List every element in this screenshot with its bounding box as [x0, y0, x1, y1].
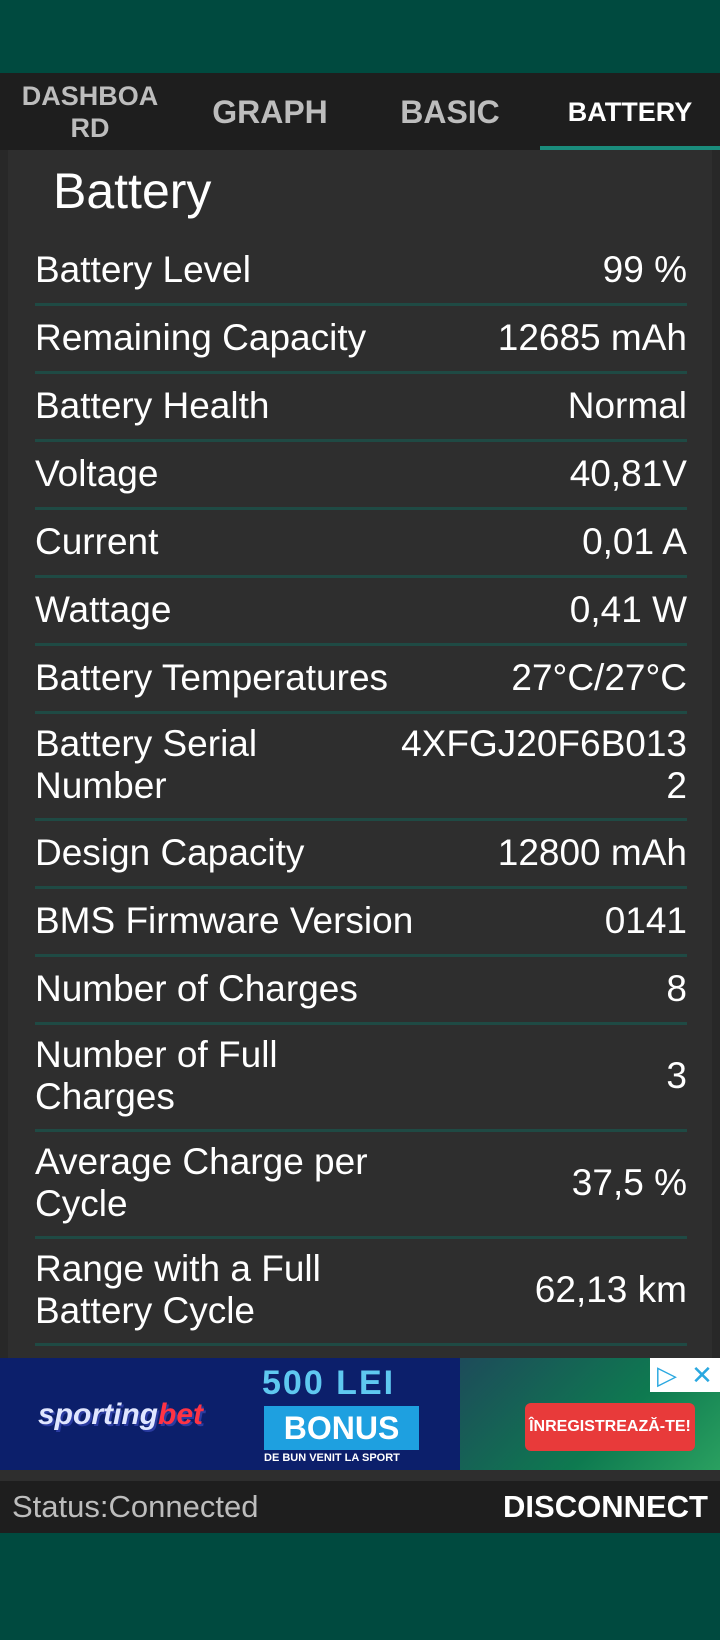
status-bar: Status:Connected DISCONNECT — [0, 1481, 720, 1533]
info-label: Number of Full Charges — [35, 1034, 278, 1117]
battery-panel: Battery Battery Level 99 % Remaining Capac… — [0, 150, 720, 1358]
info-row: Design Capacity 12800 mAh — [35, 821, 687, 889]
ad-subtitle: DE BUN VENIT LA SPORT — [264, 1452, 400, 1464]
ad-banner[interactable]: sportingbet 500 LEI BONUS DE BUN VENIT L… — [0, 1358, 720, 1470]
ad-logo: sportingbet — [38, 1398, 203, 1431]
info-row: Wattage 0,41 W — [35, 578, 687, 646]
info-row: BMS Firmware Version 0141 — [35, 889, 687, 957]
info-value: 0,01 A — [582, 520, 687, 562]
info-value: 62,13 km — [534, 1269, 687, 1310]
info-label: Battery Health — [35, 384, 270, 426]
info-row: Voltage 40,81V — [35, 442, 687, 510]
info-row: Number of Charges 8 — [35, 957, 687, 1025]
info-label: Voltage — [35, 452, 159, 494]
info-value: 99 % — [602, 248, 687, 290]
connection-status: Status:Connected — [12, 1489, 259, 1524]
info-row: Battery Temperatures 27°C/27°C — [35, 646, 687, 714]
tab-dashboard[interactable]: DASHBOARD — [0, 73, 180, 150]
info-label: Number of Charges — [35, 967, 358, 1009]
tab-bar: DASHBOARD GRAPH BASIC BATTERY — [0, 73, 720, 150]
info-row: Current 0,01 A — [35, 510, 687, 578]
ad-cta-button[interactable]: ÎNREGISTREAZĂ-TE! — [525, 1403, 695, 1451]
page-title: Battery — [53, 163, 212, 219]
info-label: Wattage — [35, 588, 172, 630]
info-label: Remaining Capacity — [35, 316, 367, 358]
info-row: Battery Serial Number 4XFGJ20F6B0132 — [35, 714, 687, 821]
battery-info-list: Battery Level 99 % Remaining Capacity 12685… — [35, 238, 687, 1346]
info-value: 3 — [666, 1055, 687, 1096]
tab-battery[interactable]: BATTERY — [540, 73, 720, 150]
info-row: Number of Full Charges 3 — [35, 1025, 687, 1132]
info-label: Current — [35, 520, 159, 562]
info-value: 37,5 % — [571, 1162, 687, 1203]
info-value: 0141 — [604, 899, 687, 941]
info-label: Design Capacity — [35, 831, 305, 873]
info-value: 0,41 W — [569, 588, 687, 630]
info-label: Battery Level — [35, 248, 251, 290]
adchoices-icon[interactable]: ▷ — [657, 1360, 677, 1391]
info-label: Battery Temperatures — [35, 656, 389, 698]
info-label: BMS Firmware Version — [35, 899, 414, 941]
spacer — [0, 1470, 720, 1481]
info-value: 12685 mAh — [497, 316, 687, 358]
info-label: Battery Serial Number — [35, 723, 258, 806]
info-value: Normal — [567, 384, 687, 426]
info-value: 8 — [666, 967, 687, 1009]
close-icon[interactable]: ✕ — [691, 1360, 713, 1391]
info-row: Average Charge per Cycle 37,5 % — [35, 1132, 687, 1239]
app-top-bar — [0, 0, 720, 73]
ad-controls: ▷ ✕ — [650, 1358, 720, 1392]
info-row: Range with a Full Battery Cycle 62,13 km — [35, 1239, 687, 1346]
ad-headline: 500 LEI — [262, 1364, 396, 1402]
info-value: 4XFGJ20F6B0132 — [401, 723, 687, 806]
info-value: 40,81V — [569, 452, 687, 494]
info-row: Battery Level 99 % — [35, 238, 687, 306]
tab-graph[interactable]: GRAPH — [180, 73, 360, 150]
disconnect-button[interactable]: DISCONNECT — [503, 1489, 708, 1525]
info-value: 12800 mAh — [497, 831, 687, 873]
tab-basic[interactable]: BASIC — [360, 73, 540, 150]
info-label: Range with a Full Battery Cycle — [35, 1248, 321, 1331]
ad-bonus: BONUS — [264, 1406, 419, 1450]
info-row: Battery Health Normal — [35, 374, 687, 442]
info-value: 27°C/27°C — [511, 656, 687, 698]
info-label: Average Charge per Cycle — [35, 1141, 368, 1224]
info-row: Remaining Capacity 12685 mAh — [35, 306, 687, 374]
